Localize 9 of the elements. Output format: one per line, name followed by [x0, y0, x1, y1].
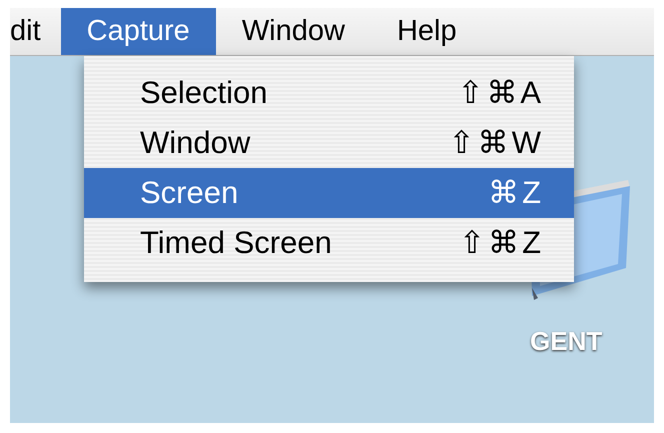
menu-title[interactable]: Help — [370, 8, 483, 55]
menu-title[interactable]: dit — [10, 8, 61, 55]
icon-label: GENT — [530, 325, 602, 358]
menu-item[interactable]: Timed Screen ⇧⌘Z — [84, 218, 574, 268]
menu-title[interactable]: Window — [216, 8, 371, 55]
menu-item[interactable]: Screen ⌘Z — [84, 168, 574, 218]
menu-item[interactable]: Window ⇧⌘W — [84, 118, 574, 168]
menu-title[interactable]: Capture — [60, 8, 216, 55]
menu-item[interactable]: Selection ⇧⌘A — [84, 68, 574, 118]
